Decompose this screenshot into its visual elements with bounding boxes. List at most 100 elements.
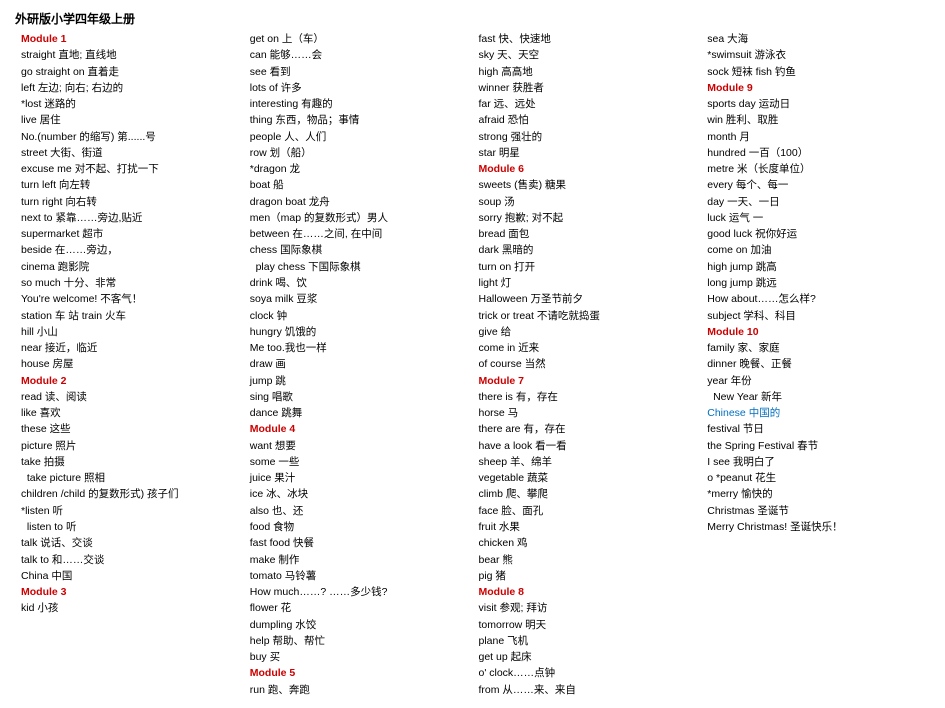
entry: food 食物 bbox=[250, 521, 294, 533]
entry: chess 国际象棋 bbox=[250, 244, 322, 256]
entry: can 能够……会 bbox=[250, 49, 322, 61]
entry: o *peanut 花生 bbox=[707, 472, 776, 484]
entry: help 帮助、帮忙 bbox=[250, 635, 325, 647]
entry: bear 熊 bbox=[479, 554, 513, 566]
entry: supermarket 超市 bbox=[21, 228, 103, 240]
entry: win 胜利、取胜 bbox=[707, 114, 778, 126]
page-title: 外研版小学四年级上册 bbox=[15, 10, 930, 27]
entry: family 家、家庭 bbox=[707, 342, 779, 354]
entry: visit 参观; 拜访 bbox=[479, 602, 548, 614]
entry: sheep 羊、绵羊 bbox=[479, 456, 553, 468]
entry: year 年份 bbox=[707, 375, 751, 387]
column-4: sea 大海 *swimsuit 游泳衣 sock 短袜 fish 钓鱼 Mod… bbox=[701, 31, 930, 698]
entry: good luck 祝你好运 bbox=[707, 228, 797, 240]
entry: tomato 马铃薯 bbox=[250, 570, 317, 582]
entry: subject 学科、科目 bbox=[707, 310, 796, 322]
entry: Merry Christmas! 圣诞快乐！ bbox=[707, 521, 842, 533]
entry: month 月 bbox=[707, 131, 750, 143]
entry: New Year 新年 bbox=[707, 391, 782, 403]
entry: lots of 许多 bbox=[250, 82, 302, 94]
content-area: Module 1 straight 直地; 直线地 go straight on… bbox=[15, 31, 930, 698]
entry: come on 加油 bbox=[707, 244, 771, 256]
entry: boat 船 bbox=[250, 179, 284, 191]
entry: luck 运气 一 bbox=[707, 212, 763, 224]
entry: want 想要 bbox=[250, 440, 296, 452]
entry: No.(number 的缩写) 第......号 bbox=[21, 131, 156, 143]
entry: straight 直地; 直线地 bbox=[21, 49, 117, 61]
entry: soya milk 豆浆 bbox=[250, 293, 318, 305]
entry: winner 获胜者 bbox=[479, 82, 544, 94]
entry: How much……? ……多少钱? bbox=[250, 586, 388, 598]
entry: from 从……来、来自 bbox=[479, 684, 576, 696]
entry: metre 米（长度单位） bbox=[707, 163, 810, 175]
entry: afraid 恐怕 bbox=[479, 114, 529, 126]
entry: read 读、阅读 bbox=[21, 391, 87, 403]
entry: sorry 抱歉; 对不起 bbox=[479, 212, 564, 224]
entry: Me too.我也一样 bbox=[250, 342, 327, 354]
entry: picture 照片 bbox=[21, 440, 76, 452]
entry: beside 在……旁边， bbox=[21, 244, 118, 256]
module-label-7: Module 7 bbox=[479, 375, 525, 387]
entry: dark 黑暗的 bbox=[479, 244, 534, 256]
entry: have a look 看一看 bbox=[479, 440, 567, 452]
module-label-4: Module 4 bbox=[250, 423, 296, 435]
entry: juice 果汁 bbox=[250, 472, 296, 484]
entry: people 人、人们 bbox=[250, 131, 326, 143]
entry: like 喜欢 bbox=[21, 407, 61, 419]
entry: high jump 跳高 bbox=[707, 261, 776, 273]
entry: high 高高地 bbox=[479, 66, 533, 78]
entry: vegetable 蔬菜 bbox=[479, 472, 548, 484]
entry: festival 节日 bbox=[707, 423, 764, 435]
entry: kid 小孩 bbox=[21, 602, 58, 614]
column-2: get on 上（车） can 能够……会 see 看到 lots of 许多 … bbox=[244, 31, 473, 698]
entry: between 在……之间, 在中间 bbox=[250, 228, 382, 240]
entry: plane 飞机 bbox=[479, 635, 529, 647]
entry: near 接近，临近 bbox=[21, 342, 97, 354]
entry: get up 起床 bbox=[479, 651, 532, 663]
entry: dinner 晚餐、正餐 bbox=[707, 358, 792, 370]
module-label-1: Module 1 bbox=[21, 33, 67, 45]
entry: flower 花 bbox=[250, 602, 291, 614]
entry: also 也、还 bbox=[250, 505, 304, 517]
module-label-10: Module 10 bbox=[707, 326, 758, 338]
entry: see 看到 bbox=[250, 66, 291, 78]
entry: sky 天、天空 bbox=[479, 49, 540, 61]
entry: turn on 打开 bbox=[479, 261, 536, 273]
entry: children /child 的复数形式) 孩子们 bbox=[21, 488, 179, 500]
entry: left 左边; 向右; 右边的 bbox=[21, 82, 123, 94]
entry: ice 冰、冰块 bbox=[250, 488, 308, 500]
entry: give 给 bbox=[479, 326, 512, 338]
entry: face 脸、面孔 bbox=[479, 505, 544, 517]
entry: chicken 鸡 bbox=[479, 537, 528, 549]
entry: clock 钟 bbox=[250, 310, 287, 322]
entry: *swimsuit 游泳衣 bbox=[707, 49, 786, 61]
module-label-5: Module 5 bbox=[250, 667, 296, 679]
entry: thing 东西，物品；事情 bbox=[250, 114, 360, 126]
entry: talk to 和……交谈 bbox=[21, 554, 104, 566]
page-container: 外研版小学四年级上册 Module 1 straight 直地; 直线地 go … bbox=[15, 10, 930, 698]
entry: fast 快、快速地 bbox=[479, 33, 551, 45]
entry: Halloween 万圣节前夕 bbox=[479, 293, 583, 305]
entry: live 居住 bbox=[21, 114, 61, 126]
entry: excuse me 对不起、打扰一下 bbox=[21, 163, 159, 175]
entry: *dragon 龙 bbox=[250, 163, 300, 175]
entry: hundred 一百（100） bbox=[707, 147, 808, 159]
entry: *lost 迷路的 bbox=[21, 98, 76, 110]
entry: these 这些 bbox=[21, 423, 71, 435]
entry: *merry 愉快的 bbox=[707, 488, 772, 500]
entry: street 大街、街道 bbox=[21, 147, 103, 159]
entry: so much 十分、非常 bbox=[21, 277, 116, 289]
entry: star 明星 bbox=[479, 147, 520, 159]
entry: hill 小山 bbox=[21, 326, 58, 338]
entry: there are 有，存在 bbox=[479, 423, 566, 435]
entry: *listen 听 bbox=[21, 505, 63, 517]
entry: house 房屋 bbox=[21, 358, 74, 370]
entry: talk 说话、交谈 bbox=[21, 537, 93, 549]
entry: You're welcome! 不客气！ bbox=[21, 293, 142, 305]
column-3: fast 快、快速地 sky 天、天空 high 高高地 winner 获胜者 … bbox=[473, 31, 702, 698]
entry: get on 上（车） bbox=[250, 33, 324, 45]
entry: turn right 向右转 bbox=[21, 196, 97, 208]
entry: the Spring Festival 春节 bbox=[707, 440, 818, 452]
module-label-8: Module 8 bbox=[479, 586, 525, 598]
entry: run 跑、奔跑 bbox=[250, 684, 310, 696]
